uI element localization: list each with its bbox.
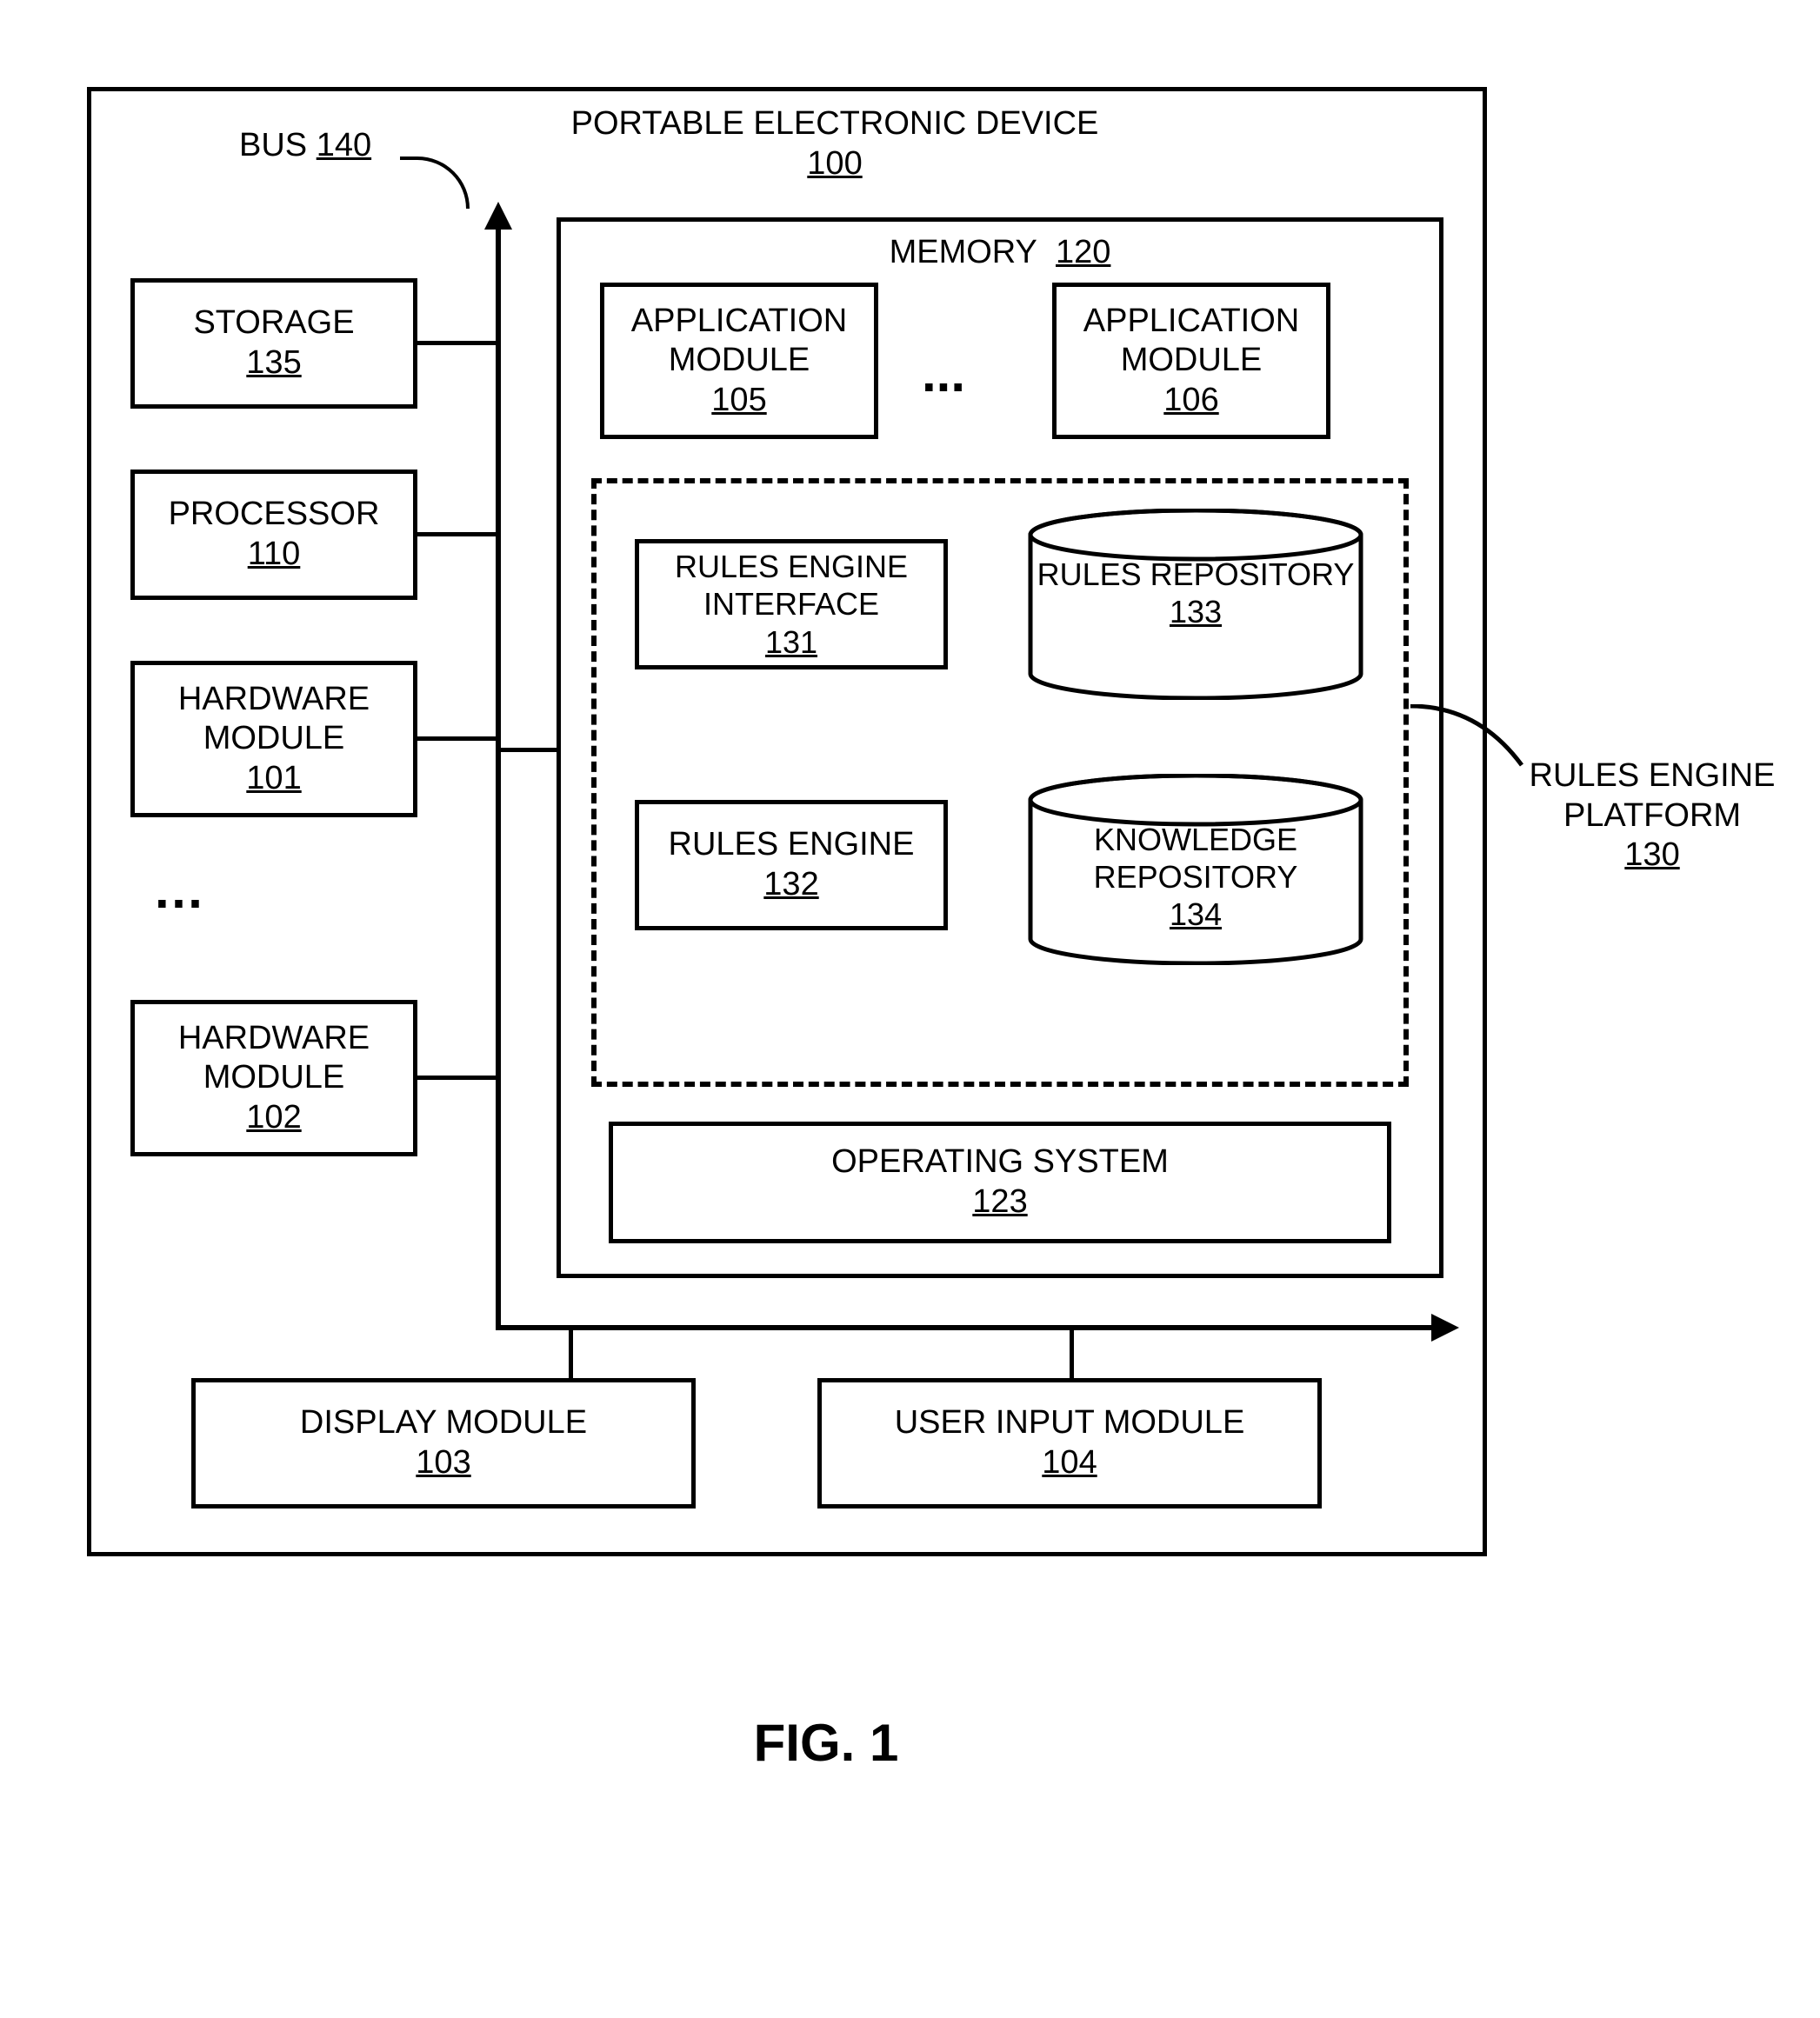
device-title: PORTABLE ELECTRONIC DEVICE 100 [522, 104, 1148, 183]
processor-conn [417, 532, 497, 536]
os-ref: 123 [972, 1182, 1027, 1222]
hw2-conn [417, 1076, 497, 1080]
memory-title: MEMORY 120 [809, 233, 1191, 273]
storage-label: STORAGE [193, 303, 354, 343]
figure-text: FIG. 1 [754, 1714, 899, 1772]
app1-ref: 105 [711, 381, 766, 421]
knowledge-repo-cylinder: KNOWLEDGE REPOSITORY 134 [1026, 774, 1365, 965]
platform-ref: 130 [1624, 836, 1679, 873]
bus-text: BUS [239, 127, 307, 163]
processor-ref: 110 [248, 535, 301, 575]
userinput-conn [1070, 1328, 1074, 1380]
diagram-canvas: PORTABLE ELECTRONIC DEVICE 100 BUS 140 S… [35, 35, 1785, 1983]
rei-ref: 131 [765, 624, 817, 660]
app2-ref: 106 [1163, 381, 1218, 421]
userinput-label: USER INPUT MODULE [895, 1403, 1245, 1443]
rei-label: RULES ENGINE INTERFACE [639, 548, 943, 623]
userinput-ref: 104 [1042, 1443, 1097, 1483]
re-ref: 132 [763, 865, 818, 905]
hw1-box: HARDWARE MODULE 101 [130, 661, 417, 817]
app2-box: APPLICATION MODULE 106 [1052, 283, 1330, 439]
knowledge-repo-label: KNOWLEDGE REPOSITORY [1094, 822, 1298, 895]
bus-arrow-up [484, 202, 512, 230]
display-ref: 103 [416, 1443, 470, 1483]
hw1-conn [417, 736, 497, 741]
hw2-label: HARDWARE MODULE [135, 1019, 413, 1098]
rules-repo-cylinder: RULES REPOSITORY 133 [1026, 509, 1365, 700]
storage-ref: 135 [246, 343, 301, 383]
left-vdots: … [165, 861, 191, 919]
os-box: OPERATING SYSTEM 123 [609, 1122, 1391, 1243]
vdots-text: … [150, 861, 208, 919]
display-label: DISPLAY MODULE [300, 1403, 587, 1443]
processor-label: PROCESSOR [169, 495, 380, 535]
hw2-box: HARDWARE MODULE 102 [130, 1000, 417, 1156]
app1-label: APPLICATION MODULE [604, 302, 874, 381]
userinput-module-box: USER INPUT MODULE 104 [817, 1378, 1322, 1509]
rei-box: RULES ENGINE INTERFACE 131 [635, 539, 948, 669]
re-box: RULES ENGINE 132 [635, 800, 948, 930]
platform-leader [1409, 704, 1530, 791]
bus-vertical [496, 226, 501, 1330]
processor-box: PROCESSOR 110 [130, 470, 417, 600]
hdots-text: ... [922, 344, 965, 403]
device-title-text: PORTABLE ELECTRONIC DEVICE [571, 105, 1099, 142]
display-module-box: DISPLAY MODULE 103 [191, 1378, 696, 1509]
bus-label: BUS 140 [239, 126, 413, 166]
bus-ref: 140 [317, 127, 371, 163]
app-ellipsis: ... [922, 343, 965, 403]
figure-label: FIG. 1 [696, 1713, 957, 1773]
device-ref: 100 [807, 145, 862, 182]
app2-label: APPLICATION MODULE [1057, 302, 1326, 381]
memory-conn [498, 748, 557, 752]
knowledge-repo-label-wrap: KNOWLEDGE REPOSITORY 134 [1026, 821, 1365, 934]
display-conn [569, 1328, 573, 1380]
platform-text: RULES ENGINE PLATFORM [1530, 757, 1776, 834]
storage-box: STORAGE 135 [130, 278, 417, 409]
bus-horizontal [496, 1325, 1435, 1330]
memory-ref: 120 [1056, 234, 1110, 270]
re-label: RULES ENGINE [669, 825, 915, 865]
platform-label: RULES ENGINE PLATFORM 130 [1513, 756, 1791, 876]
rules-repo-label: RULES REPOSITORY [1037, 556, 1355, 592]
bus-arrow-right [1431, 1314, 1459, 1342]
memory-label: MEMORY [890, 234, 1037, 270]
rules-repo-label-wrap: RULES REPOSITORY 133 [1026, 556, 1365, 630]
hw2-ref: 102 [246, 1098, 301, 1138]
storage-conn [417, 341, 497, 345]
hw1-ref: 101 [246, 759, 301, 799]
app1-box: APPLICATION MODULE 105 [600, 283, 878, 439]
os-label: OPERATING SYSTEM [831, 1142, 1169, 1182]
knowledge-repo-ref: 134 [1170, 896, 1222, 932]
hw1-label: HARDWARE MODULE [135, 680, 413, 759]
rules-repo-ref: 133 [1170, 594, 1222, 629]
